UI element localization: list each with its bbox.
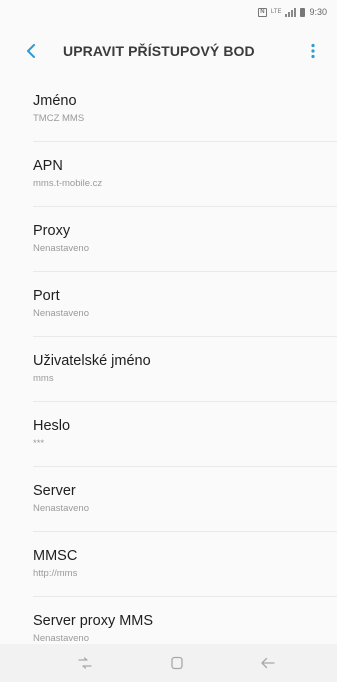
setting-value: http://mms [33, 568, 78, 579]
setting-label: Server proxy MMS [33, 613, 154, 629]
setting-label: Uživatelské jméno [33, 353, 151, 369]
back-button[interactable] [20, 40, 42, 62]
setting-label: Port [33, 288, 60, 304]
more-options-button[interactable] [303, 40, 323, 62]
setting-item-proxy[interactable]: Proxy Nenastaveno [0, 206, 337, 271]
setting-value: mms.t-mobile.cz [33, 178, 103, 189]
nfc-icon: N [257, 7, 267, 17]
setting-label: APN [33, 158, 63, 174]
chevron-left-icon [27, 44, 35, 58]
setting-item-password[interactable]: Heslo *** [0, 401, 337, 466]
setting-item-username[interactable]: Uživatelské jméno mms [0, 336, 337, 401]
setting-value: Nenastaveno [33, 308, 89, 319]
back-arrow-icon [261, 657, 275, 669]
setting-label: Heslo [33, 418, 71, 434]
setting-label: Proxy [33, 223, 71, 239]
page-title: UPRAVIT PŘÍSTUPOVÝ BOD [63, 43, 255, 59]
setting-label: MMSC [33, 548, 78, 564]
setting-value: *** [33, 438, 45, 449]
setting-value: TMCZ MMS [33, 113, 85, 124]
setting-item-name[interactable]: Jméno TMCZ MMS [0, 76, 337, 141]
setting-item-mmsc[interactable]: MMSC http://mms [0, 531, 337, 596]
recent-apps-button[interactable] [73, 652, 97, 674]
signal-icon [285, 7, 297, 17]
recent-apps-icon [78, 657, 92, 669]
home-icon [171, 656, 183, 670]
home-button[interactable] [165, 652, 189, 674]
battery-icon [300, 7, 306, 17]
setting-value: Nenastaveno [33, 243, 89, 254]
setting-value: mms [33, 373, 54, 384]
more-vertical-icon [311, 43, 315, 59]
setting-item-port[interactable]: Port Nenastaveno [0, 271, 337, 336]
lte-indicator: LTE [270, 9, 282, 15]
apn-settings-list: Jméno TMCZ MMS APN mms.t-mobile.cz Proxy… [0, 76, 337, 644]
setting-value: Nenastaveno [33, 633, 89, 644]
setting-label: Server [33, 483, 76, 499]
setting-value: Nenastaveno [33, 503, 89, 514]
status-bar: N LTE 9:30 [0, 0, 337, 26]
setting-label: Jméno [33, 93, 77, 109]
setting-item-mms-proxy[interactable]: Server proxy MMS Nenastaveno [0, 596, 337, 644]
setting-item-apn[interactable]: APN mms.t-mobile.cz [0, 141, 337, 206]
setting-item-server[interactable]: Server Nenastaveno [0, 466, 337, 531]
status-time: 9:30 [309, 7, 327, 17]
status-icons: N LTE 9:30 [257, 7, 327, 17]
app-bar: UPRAVIT PŘÍSTUPOVÝ BOD [0, 26, 337, 76]
navigation-bar [0, 644, 337, 682]
back-nav-button[interactable] [256, 652, 280, 674]
